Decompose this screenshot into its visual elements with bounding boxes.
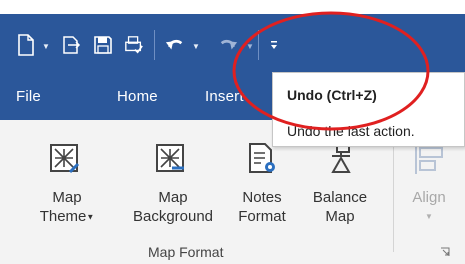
align-icon xyxy=(415,144,443,174)
map-theme-button[interactable]: Map Theme▼ xyxy=(32,120,102,238)
save-disk-icon[interactable] xyxy=(93,34,113,56)
map-theme-dropdown-icon: ▼ xyxy=(86,212,95,222)
balance-map-label-line1: Balance xyxy=(312,189,368,206)
map-format-group-label: Map Format xyxy=(148,244,224,260)
print-icon[interactable] xyxy=(124,34,144,56)
redo-arrow-icon[interactable] xyxy=(218,34,238,56)
tab-home[interactable]: Home xyxy=(117,88,158,105)
tab-file[interactable]: File xyxy=(16,88,41,105)
map-background-button[interactable]: Map Background xyxy=(123,120,223,238)
toolbar-separator xyxy=(258,30,259,60)
tab-insert[interactable]: Insert xyxy=(205,88,244,105)
balance-map-icon xyxy=(331,143,351,173)
customize-qat-icon[interactable] xyxy=(264,34,284,56)
dialog-launcher-icon[interactable] xyxy=(440,247,450,257)
map-theme-label-line2: Theme xyxy=(39,208,87,225)
new-dropdown-arrow-icon[interactable]: ▼ xyxy=(42,42,50,51)
application-window: ▼ ▼ ▼ File Home Insert Map Theme▼ Map Ba… xyxy=(0,0,465,264)
map-theme-label-line1: Map xyxy=(52,189,82,206)
map-background-label-line2: Background xyxy=(132,208,214,225)
toolbar-separator xyxy=(154,30,155,60)
undo-arrow-icon[interactable] xyxy=(165,34,185,56)
ribbon-group-separator xyxy=(393,134,394,252)
align-label: Align xyxy=(412,189,446,206)
balance-map-label-line2: Map xyxy=(325,208,355,225)
notes-format-label-line2: Format xyxy=(238,208,286,225)
align-dropdown-icon: ▼ xyxy=(425,212,433,221)
tooltip-description: Undo the last action. xyxy=(287,123,415,139)
notes-format-label-line1: Notes xyxy=(242,189,282,206)
redo-dropdown-arrow-icon[interactable]: ▼ xyxy=(246,42,254,51)
map-background-label-line1: Map xyxy=(158,189,188,206)
notes-format-icon xyxy=(249,143,275,173)
map-theme-icon xyxy=(50,144,80,174)
map-background-icon xyxy=(156,144,184,172)
open-folder-icon[interactable] xyxy=(62,34,82,56)
tooltip-title: Undo (Ctrl+Z) xyxy=(287,87,377,103)
undo-dropdown-arrow-icon[interactable]: ▼ xyxy=(192,42,200,51)
undo-tooltip: Undo (Ctrl+Z) Undo the last action. xyxy=(272,72,465,147)
quick-access-toolbar: ▼ ▼ ▼ xyxy=(0,14,465,72)
new-document-icon[interactable] xyxy=(16,34,36,56)
